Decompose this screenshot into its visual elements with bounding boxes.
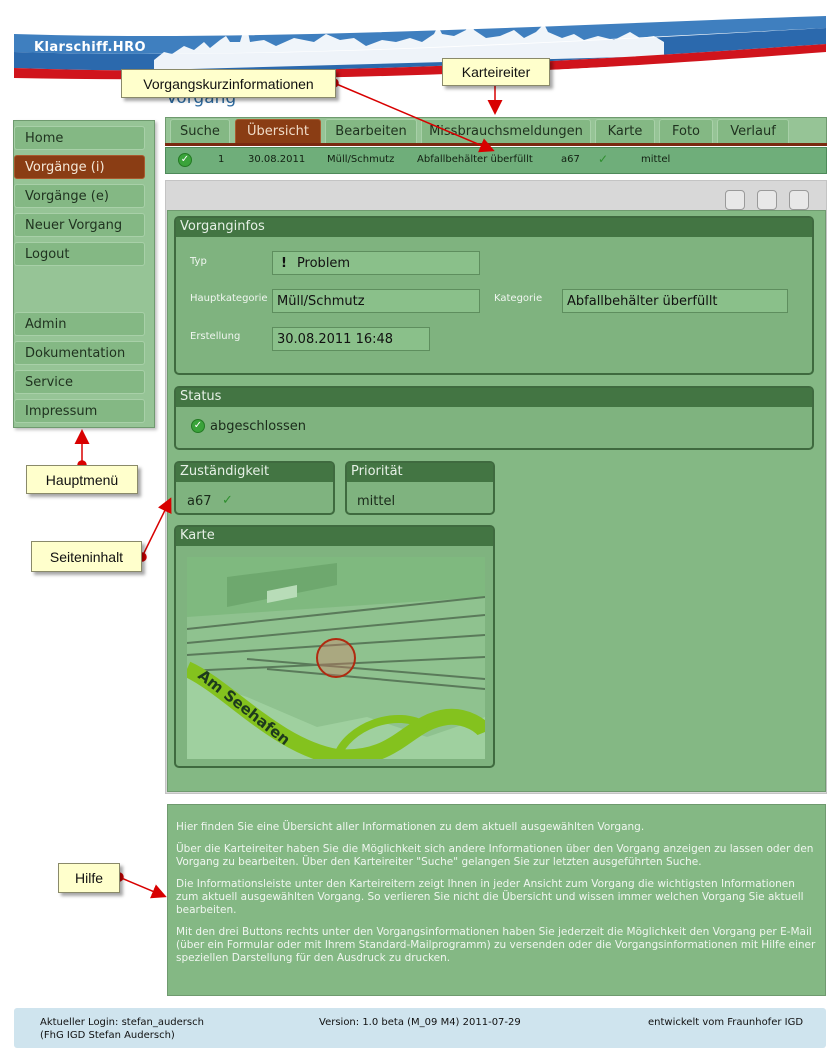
hauptkategorie-label: Hauptkategorie [190,293,268,304]
panel-status: Status ✓ abgeschlossen [174,386,814,450]
sidebar-item-vorgaenge-extern[interactable]: Vorgänge (e) [14,184,145,208]
typ-label: Typ [190,256,207,267]
sidebar-item-service[interactable]: Service [14,370,145,394]
prioritaet-value: mittel [357,494,396,509]
email-send-icon[interactable] [757,190,777,210]
problem-icon: ! [281,256,287,271]
sidebar-item-neuer-vorgang[interactable]: Neuer Vorgang [14,213,145,237]
credit-info: entwickelt vom Fraunhofer IGD [648,1017,804,1028]
location-marker-icon [316,638,356,678]
infobar-kategorie: Abfallbehälter überfüllt [417,154,533,165]
print-icon[interactable] [789,190,809,210]
help-text: Die Informationsleiste unter den Karteir… [176,878,804,916]
tab-verlauf[interactable]: Verlauf [717,119,789,144]
status-check-icon: ✓ [191,419,205,433]
typ-value: Problem [296,256,351,271]
panel-karte: Karte Am Seehafen [174,525,495,768]
help-text: Hier finden Sie eine Übersicht aller Inf… [176,821,645,833]
panel-title: Status [176,388,812,407]
tab-missbrauchsmeldungen[interactable]: Missbrauchsmeldungen [421,119,591,144]
infobar-id: 1 [218,154,225,165]
tab-bearbeiten[interactable]: Bearbeiten [325,119,417,144]
app-logo[interactable]: Klarschiff.HRO [34,40,146,55]
sidebar-item-impressum[interactable]: Impressum [14,399,145,423]
hauptkategorie-value: Müll/Schmutz [272,289,480,313]
help-text: Mit den drei Buttons rechts unter den Vo… [176,926,816,964]
main-menu: Home Vorgänge (i) Vorgänge (e) Neuer Vor… [13,120,155,428]
email-form-icon[interactable] [725,190,745,210]
infobar-date: 30.08.2011 [248,154,306,165]
sidebar-item-admin[interactable]: Admin [14,312,145,336]
sidebar-item-vorgaenge-intern[interactable]: Vorgänge (i) [14,155,145,179]
panel-zustaendigkeit: Zuständigkeit a67 ✓ [174,461,335,515]
checkmark-icon: ✓ [222,493,233,508]
tab-karte[interactable]: Karte [595,119,655,144]
panel-title: Priorität [347,463,493,482]
infobar-hauptkategorie: Müll/Schmutz [327,154,395,165]
checkmark-icon: ✓ [598,152,609,166]
login-info: Aktueller Login: stefan_audersch [40,1017,204,1028]
help-panel: Hier finden Sie eine Übersicht aller Inf… [167,804,826,996]
tab-underline [165,143,827,146]
sidebar-item-dokumentation[interactable]: Dokumentation [14,341,145,365]
sidebar-item-logout[interactable]: Logout [14,242,145,266]
tab-suche[interactable]: Suche [170,119,230,144]
callout-hauptmenue: Hauptmenü [26,465,138,494]
panel-title: Karte [176,527,493,546]
kategorie-value: Abfallbehälter überfüllt [562,289,788,313]
vorgang-infobar[interactable]: ✓ 1 30.08.2011 Müll/Schmutz Abfallbehält… [165,147,827,174]
callout-hilfe: Hilfe [58,863,120,893]
kategorie-label: Kategorie [494,293,543,304]
status-value: abgeschlossen [210,419,306,434]
tab-uebersicht[interactable]: Übersicht [235,119,321,144]
callout-seiteninhalt: Seiteninhalt [31,541,142,572]
tab-bar: Suche Übersicht Bearbeiten Missbrauchsme… [165,117,827,144]
version-info: Version: 1.0 beta (M_09 M4) 2011-07-29 [319,1017,521,1028]
help-text: Über die Karteireiter haben Sie die Mögl… [176,843,814,868]
callout-karteireiter: Karteireiter [442,58,550,86]
infobar-zustaendigkeit: a67 [561,154,580,165]
status-check-icon: ✓ [178,153,192,167]
panel-vorganginfos: Vorganginfos Typ ! Problem Hauptkategorie… [174,216,814,375]
erstellung-label: Erstellung [190,331,241,342]
typ-field: ! Problem [272,251,480,275]
zustaendigkeit-value: a67 [187,494,212,509]
footer: Aktueller Login: stefan_audersch (FhG IG… [14,1008,826,1048]
callout-vorgangskurzinformationen: Vorgangskurzinformationen [121,69,336,98]
erstellung-value: 30.08.2011 16:48 [272,327,430,351]
infobar-prioritaet: mittel [641,154,671,165]
panel-prioritaet: Priorität mittel [345,461,495,515]
sidebar-item-home[interactable]: Home [14,126,145,150]
panel-title: Vorganginfos [176,218,812,237]
tab-foto[interactable]: Foto [659,119,713,144]
panel-title: Zuständigkeit [176,463,333,482]
map-view[interactable]: Am Seehafen [187,557,485,759]
login-user: (FhG IGD Stefan Audersch) [40,1030,175,1041]
